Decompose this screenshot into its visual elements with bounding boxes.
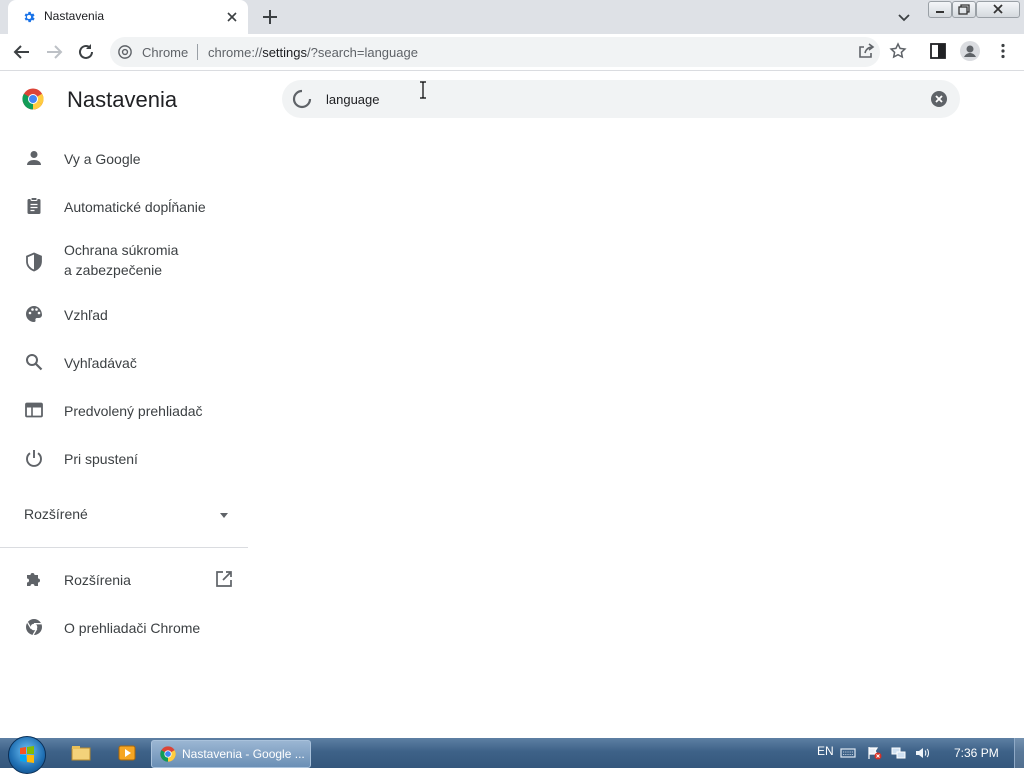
sidebar-item-label: Vy a Google — [64, 151, 141, 167]
shield-icon — [26, 252, 42, 272]
tab-settings[interactable]: Nastavenia — [8, 0, 248, 34]
language-indicator[interactable]: EN — [817, 744, 834, 758]
sidebar-item-label: Pri spustení — [64, 451, 138, 467]
chrome-logo-icon — [22, 88, 44, 110]
side-panel-icon[interactable] — [929, 42, 947, 60]
keyboard-icon[interactable] — [840, 746, 856, 760]
reload-icon[interactable] — [76, 42, 96, 62]
forward-arrow-icon[interactable] — [44, 42, 64, 62]
search-icon — [26, 354, 43, 371]
minimize-icon — [936, 11, 944, 13]
file-explorer-icon[interactable] — [70, 743, 92, 763]
settings-search-input[interactable] — [326, 89, 886, 109]
sidebar-item-label: Ochrana súkromia a zabezpečenie — [64, 242, 179, 278]
show-desktop-button[interactable] — [1014, 738, 1024, 768]
action-center-flag-icon[interactable] — [866, 746, 882, 760]
text-cursor-icon — [420, 81, 426, 99]
sidebar-item-privacy-security[interactable]: Ochrana súkromia a zabezpečenie — [0, 240, 248, 284]
caret-down-icon — [220, 513, 228, 518]
share-icon[interactable] — [857, 42, 875, 60]
taskbar-chrome-task[interactable]: Nastavenia - Google ... — [151, 740, 311, 768]
palette-icon — [26, 306, 42, 322]
sidebar-item-appearance[interactable]: Vzhľad — [0, 294, 248, 334]
restore-button[interactable] — [952, 1, 976, 18]
site-chip: Chrome — [142, 45, 189, 60]
sidebar-item-search-engine[interactable]: Vyhľadávač — [0, 342, 248, 382]
sidebar-item-on-startup[interactable]: Pri spustení — [0, 438, 248, 478]
sidebar-item-you-and-google[interactable]: Vy a Google — [0, 138, 248, 178]
sidebar-item-label: Automatické dopĺňanie — [64, 199, 206, 215]
loading-spinner-icon — [292, 89, 312, 109]
sidebar-item-extensions[interactable]: Rozšírenia — [0, 559, 248, 599]
clock[interactable]: 7:36 PM — [954, 746, 999, 760]
minimize-button[interactable] — [928, 1, 952, 18]
speaker-volume-icon[interactable] — [914, 746, 930, 760]
sidebar-item-label: O prehliadači Chrome — [64, 620, 201, 636]
advanced-label: Rozšírené — [24, 506, 88, 522]
sidebar-item-label: Vyhľadávač — [64, 355, 137, 371]
close-window-button[interactable] — [976, 1, 1020, 18]
profile-avatar-icon[interactable] — [960, 41, 980, 61]
sidebar-item-label: Vzhľad — [64, 307, 108, 323]
tab-title: Nastavenia — [44, 9, 105, 23]
media-player-icon[interactable] — [116, 743, 138, 763]
tab-strip: Nastavenia — [0, 0, 1024, 34]
bookmark-star-icon[interactable] — [889, 42, 907, 60]
chrome-logo-icon — [160, 746, 176, 762]
sidebar-advanced-toggle[interactable]: Rozšírené — [0, 500, 248, 530]
start-button[interactable] — [8, 736, 46, 774]
sidebar-item-label: Rozšírenia — [64, 572, 131, 588]
sidebar-item-label: Predvolený prehliadač — [64, 403, 203, 419]
clear-search-icon[interactable] — [930, 90, 948, 108]
open-in-new-icon — [216, 571, 232, 587]
close-window-icon — [993, 4, 1003, 14]
puzzle-piece-icon — [27, 573, 40, 586]
settings-search-box[interactable] — [282, 80, 960, 118]
person-icon — [27, 151, 41, 165]
url-text[interactable]: chrome://settings/?search=language — [208, 45, 418, 60]
clipboard-icon — [27, 197, 41, 214]
restore-icon — [958, 4, 970, 15]
browser-icon — [25, 402, 43, 418]
chrome-outline-icon — [26, 619, 42, 636]
address-bar[interactable]: Chrome chrome://settings/?search=languag… — [110, 37, 880, 67]
sidebar-divider — [0, 547, 248, 548]
gear-icon — [24, 11, 35, 23]
sidebar-item-autofill[interactable]: Automatické dopĺňanie — [0, 186, 248, 226]
browser-toolbar: Chrome chrome://settings/?search=languag… — [0, 34, 1024, 71]
chrome-site-icon — [118, 45, 132, 59]
sidebar-item-about-chrome[interactable]: O prehliadači Chrome — [0, 607, 248, 647]
omnibox-separator — [197, 44, 198, 60]
network-icon[interactable] — [890, 746, 906, 760]
sidebar-item-default-browser[interactable]: Predvolený prehliadač — [0, 390, 248, 430]
new-tab-plus-icon[interactable] — [260, 7, 280, 27]
taskbar-task-label: Nastavenia - Google ... — [182, 747, 305, 761]
taskbar: Nastavenia - Google ... EN 7:36 PM — [0, 736, 1024, 774]
back-arrow-icon[interactable] — [12, 42, 32, 62]
page-title: Nastavenia — [67, 87, 178, 112]
power-icon — [26, 450, 42, 467]
chevron-down-icon[interactable] — [896, 9, 912, 25]
kebab-menu-icon[interactable] — [994, 42, 1012, 60]
close-tab-icon[interactable] — [224, 9, 240, 25]
